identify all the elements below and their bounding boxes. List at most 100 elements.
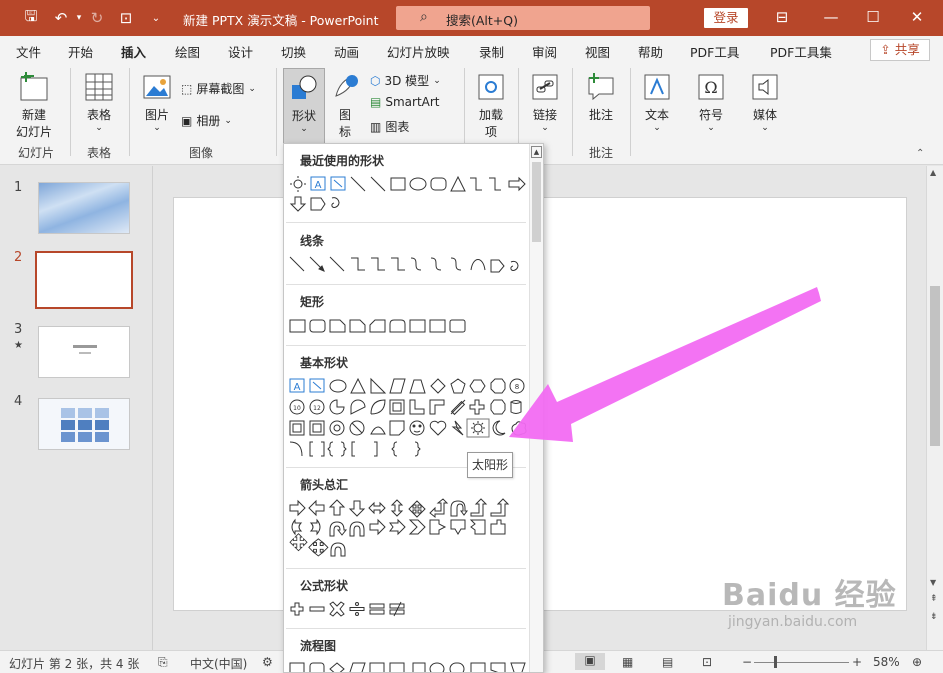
- text-icon: [644, 74, 670, 100]
- minimize-icon[interactable]: —: [816, 6, 846, 28]
- normal-view-icon[interactable]: ▣: [575, 653, 605, 670]
- text-dropdown-icon: ⌄: [653, 123, 661, 133]
- shapes-gallery-dropdown[interactable]: ▲ 最近使用的形状 A 线条 矩形 基本形状 A 8 10 12 箭头总汇 公式…: [283, 143, 544, 673]
- group-label-tables: 表格: [87, 146, 112, 160]
- tab-pdf-toolset[interactable]: PDF工具集: [770, 42, 832, 61]
- previous-slide-icon[interactable]: ⇞: [930, 594, 938, 604]
- shapes-button[interactable]: 形状 ⌄: [283, 68, 325, 144]
- picture-icon: [143, 75, 171, 99]
- customize-quick-access-icon[interactable]: ⌄: [145, 8, 167, 28]
- tab-slideshow[interactable]: 幻灯片放映: [387, 42, 450, 61]
- zoom-out-icon[interactable]: −: [742, 655, 752, 669]
- svg-text:A: A: [315, 180, 322, 191]
- category-divider: [286, 284, 526, 285]
- addins-button[interactable]: 加载 项: [473, 72, 509, 140]
- slide-thumbnail-3[interactable]: [38, 326, 130, 378]
- zoom-slider[interactable]: [754, 662, 849, 663]
- spellcheck-icon[interactable]: ⎘: [158, 655, 168, 670]
- link-button[interactable]: 链接 ⌄: [527, 72, 563, 133]
- tab-home[interactable]: 开始: [68, 42, 93, 61]
- slide-thumbnail-1[interactable]: [38, 182, 130, 234]
- smartart-button[interactable]: ▤ SmartArt: [370, 95, 440, 109]
- slideshow-view-icon[interactable]: ⊡: [702, 655, 712, 669]
- svg-text:10: 10: [293, 405, 301, 412]
- chart-icon: ▥: [370, 119, 382, 134]
- 3d-model-button[interactable]: ⬡ 3D 模型 ⌄: [370, 72, 441, 89]
- equation-shapes-row[interactable]: [287, 599, 527, 621]
- gallery-scroll-up-icon[interactable]: ▲: [531, 146, 542, 158]
- tab-insert[interactable]: 插入: [121, 42, 147, 67]
- new-slide-label-1: 新建: [21, 108, 46, 122]
- tab-pdf-tools[interactable]: PDF工具: [690, 42, 739, 61]
- lines-row[interactable]: [287, 254, 527, 276]
- gallery-scrollbar-thumb[interactable]: [532, 162, 541, 242]
- screenshot-label: 屏幕截图: [196, 82, 245, 96]
- block-arrows-rows[interactable]: [287, 498, 527, 560]
- category-block-arrows: 箭头总汇: [300, 478, 349, 492]
- save-icon[interactable]: 🖫: [20, 7, 42, 28]
- vertical-scrollbar[interactable]: ▲ ▼ ⇞ ⇟: [926, 166, 943, 650]
- tab-draw[interactable]: 绘图: [175, 42, 200, 61]
- slide-thumbnail-4[interactable]: [38, 398, 130, 450]
- present-icon[interactable]: ⊡: [115, 8, 137, 28]
- next-slide-icon[interactable]: ⇟: [930, 612, 938, 622]
- recent-shapes-row[interactable]: A: [287, 174, 527, 214]
- 3d-model-label: 3D 模型: [384, 74, 430, 88]
- ribbon-separator: [630, 68, 631, 156]
- scrollbar-thumb[interactable]: [930, 286, 940, 446]
- new-slide-icon: [20, 72, 48, 101]
- table-button[interactable]: 表格 ⌄: [80, 72, 118, 133]
- media-button[interactable]: 媒体 ⌄: [747, 72, 783, 133]
- new-slide-button[interactable]: 新建 幻灯片: [10, 72, 58, 140]
- symbol-dropdown-icon: ⌄: [707, 123, 715, 133]
- close-icon[interactable]: ✕: [902, 6, 932, 28]
- tab-view[interactable]: 视图: [585, 42, 610, 61]
- redo-icon[interactable]: ↻: [86, 8, 108, 28]
- scroll-up-icon[interactable]: ▲: [930, 168, 936, 177]
- link-icon: [532, 74, 558, 100]
- accessibility-icon[interactable]: ⚙: [262, 655, 273, 669]
- album-icon: ▣: [181, 113, 193, 128]
- slide-number-selected: 2: [14, 250, 23, 265]
- ribbon-separator: [276, 68, 277, 156]
- tab-help[interactable]: 帮助: [638, 42, 663, 61]
- reading-view-icon[interactable]: ▤: [662, 655, 673, 669]
- tab-file[interactable]: 文件: [16, 42, 41, 61]
- album-button[interactable]: ▣ 相册 ⌄: [181, 112, 232, 129]
- fit-to-window-icon[interactable]: ⊕: [912, 655, 922, 669]
- comment-button[interactable]: 批注: [582, 72, 620, 123]
- tab-animations[interactable]: 动画: [334, 42, 359, 61]
- basic-shapes-rows[interactable]: A 8 10 12: [287, 376, 527, 458]
- picture-button[interactable]: 图片 ⌄: [138, 72, 176, 133]
- media-label: 媒体: [752, 108, 777, 122]
- search-box[interactable]: ⌕ 搜索(Alt+Q): [396, 6, 650, 30]
- comment-icon: [588, 73, 614, 101]
- table-dropdown-icon: ⌄: [95, 123, 103, 133]
- scroll-down-icon[interactable]: ▼: [930, 578, 936, 587]
- language-indicator[interactable]: 中文(中国): [190, 655, 247, 672]
- text-button[interactable]: 文本 ⌄: [639, 72, 675, 133]
- flowchart-row[interactable]: [287, 660, 527, 673]
- icons-button[interactable]: 图 标: [328, 72, 362, 140]
- symbol-button[interactable]: Ω 符号 ⌄: [693, 72, 729, 133]
- login-button[interactable]: 登录: [704, 8, 748, 28]
- collapse-ribbon-icon[interactable]: ⌃: [916, 148, 924, 159]
- screenshot-button[interactable]: ⬚ 屏幕截图 ⌄: [181, 80, 256, 97]
- tab-transitions[interactable]: 切换: [281, 42, 306, 61]
- zoom-slider-thumb[interactable]: [774, 656, 777, 668]
- maximize-icon[interactable]: ☐: [858, 6, 888, 28]
- ribbon-display-options-icon[interactable]: ⊟: [767, 6, 797, 28]
- tab-record[interactable]: 录制: [479, 42, 504, 61]
- rectangles-row[interactable]: [287, 316, 527, 338]
- tab-review[interactable]: 审阅: [532, 42, 557, 61]
- slide-thumbnails-panel[interactable]: 1 2 3 ★ 4: [0, 166, 153, 650]
- slide-sorter-icon[interactable]: ▦: [622, 655, 633, 669]
- chart-button[interactable]: ▥ 图表: [370, 118, 409, 135]
- ribbon-separator: [70, 68, 71, 156]
- tab-design[interactable]: 设计: [228, 42, 253, 61]
- slide-thumbnail-2[interactable]: [35, 251, 133, 309]
- share-button[interactable]: ⇪ 共享: [870, 39, 930, 61]
- zoom-level[interactable]: 58%: [873, 655, 900, 669]
- zoom-in-icon[interactable]: +: [852, 655, 862, 669]
- gallery-scrollbar[interactable]: ▲: [529, 144, 543, 672]
